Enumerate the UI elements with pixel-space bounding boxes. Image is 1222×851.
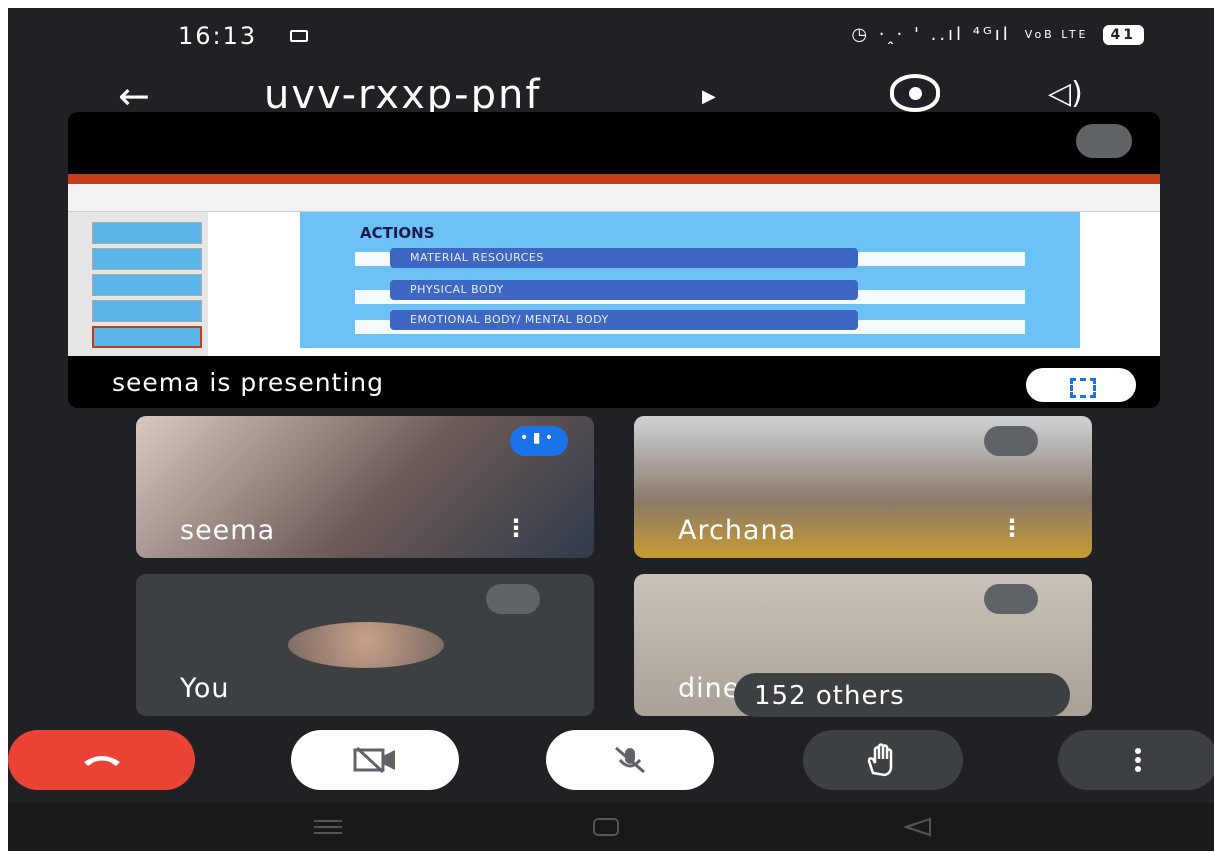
ppt-title-bar: [68, 174, 1160, 184]
status-signal-icons: ◷ ·ꞈ· ꞌ ..ıl ⁴ᴳıl: [851, 24, 1011, 45]
speaker-icon[interactable]: ◁): [1048, 76, 1083, 111]
screen-record-icon: [290, 30, 308, 42]
fullscreen-button[interactable]: [1026, 368, 1136, 402]
participant-name: You: [180, 673, 230, 704]
slide-item: EMOTIONAL BODY/ MENTAL BODY: [390, 310, 858, 330]
slide-thumbnail: [92, 300, 202, 322]
home-icon[interactable]: [593, 818, 619, 836]
participant-name: seema: [180, 515, 276, 546]
raise-hand-icon: [867, 743, 893, 777]
back-icon[interactable]: [902, 817, 931, 837]
shared-screen: ACTIONS MATERIAL RESOURCES PHYSICAL BODY…: [68, 174, 1160, 356]
switch-camera-icon[interactable]: [890, 74, 940, 112]
speaking-indicator-icon: [510, 426, 568, 456]
mic-off-icon: [984, 584, 1038, 614]
presenting-caption: seema is presenting: [112, 368, 385, 397]
mic-off-icon: [615, 746, 645, 774]
more-options-icon: [1135, 748, 1141, 772]
avatar: [288, 622, 444, 668]
end-call-icon: [83, 756, 120, 766]
slide-heading: ACTIONS: [360, 224, 435, 242]
mic-off-icon: [486, 584, 540, 614]
camera-off-icon: [353, 746, 395, 774]
camera-toggle-button[interactable]: [291, 730, 459, 790]
participant-tile-you[interactable]: You: [136, 574, 594, 716]
presentation-tile[interactable]: ACTIONS MATERIAL RESOURCES PHYSICAL BODY…: [68, 112, 1160, 408]
raise-hand-button[interactable]: [803, 730, 963, 790]
meet-screen: 16:13 ◷ ·ꞈ· ꞌ ..ıl ⁴ᴳıl VoB LTE 41 ← uvv…: [8, 8, 1214, 851]
more-options-icon[interactable]: ⋮: [1000, 514, 1024, 542]
slide-canvas: ACTIONS MATERIAL RESOURCES PHYSICAL BODY…: [300, 212, 1080, 348]
status-bar: 16:13 ◷ ·ꞈ· ꞌ ..ıl ⁴ᴳıl VoB LTE 41: [8, 8, 1214, 66]
mic-toggle-button[interactable]: [546, 730, 714, 790]
mic-off-icon: [1076, 124, 1132, 158]
meeting-info-arrow-icon[interactable]: ▶: [702, 86, 716, 107]
call-controls: [8, 730, 1214, 798]
ppt-ribbon: [68, 184, 1160, 212]
participant-name: Archana: [678, 515, 797, 546]
others-count-badge[interactable]: 152 others: [734, 673, 1070, 717]
more-options-icon[interactable]: ⋮: [504, 514, 528, 542]
more-options-button[interactable]: [1058, 730, 1214, 790]
status-time: 16:13: [178, 22, 258, 50]
participant-tile-seema[interactable]: seema ⋮: [136, 416, 594, 558]
recent-apps-icon[interactable]: [314, 820, 342, 834]
slide-thumbnail-selected: [92, 326, 202, 348]
system-nav-bar: [8, 803, 1214, 851]
slide-thumbnail: [92, 222, 202, 244]
volte-label: VoB LTE: [1024, 28, 1089, 41]
participant-tile-archana[interactable]: Archana ⋮: [634, 416, 1092, 558]
status-icons: ◷ ·ꞈ· ꞌ ..ıl ⁴ᴳıl VoB LTE 41: [851, 24, 1144, 45]
end-call-button[interactable]: [8, 730, 195, 790]
slide-thumbnail: [92, 248, 202, 270]
battery-icon: 41: [1102, 24, 1144, 45]
mic-off-icon: [984, 426, 1038, 456]
slide-thumbnails: [68, 212, 208, 356]
participant-name: dine: [678, 673, 741, 704]
slide-thumbnail: [92, 274, 202, 296]
slide-item: PHYSICAL BODY: [390, 280, 858, 300]
slide-item: MATERIAL RESOURCES: [390, 248, 858, 268]
